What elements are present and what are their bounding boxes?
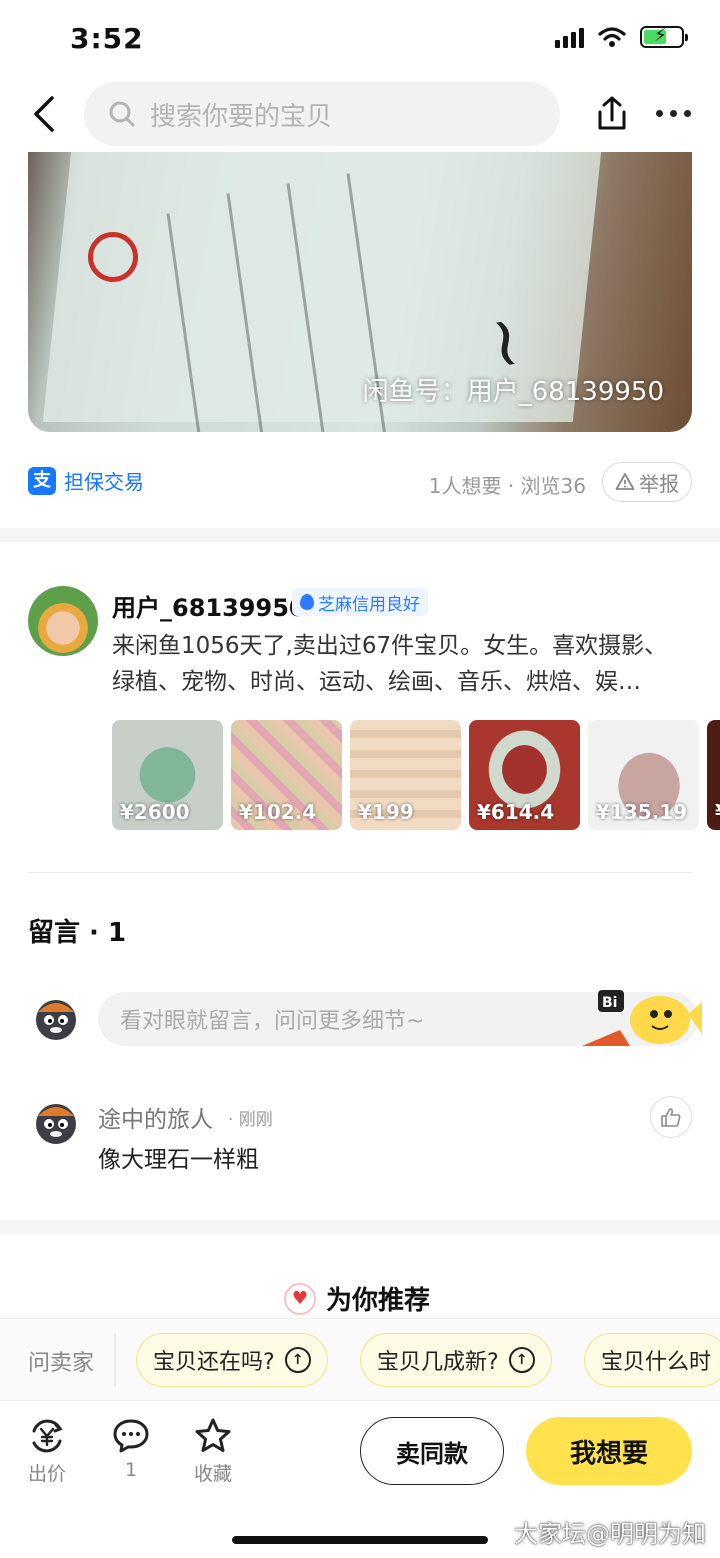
more-icon[interactable] — [656, 110, 691, 117]
comment-placeholder: 看对眼就留言，问问更多细节~ — [120, 1009, 425, 1034]
seller-item[interactable]: ¥2600 — [112, 720, 223, 830]
cellular-signal-icon — [555, 26, 584, 48]
bid-label: 出价 — [28, 1463, 67, 1485]
item-price: ¥614.4 — [477, 800, 555, 824]
svg-text:Bi: Bi — [602, 995, 617, 1011]
heart-icon: ♥ — [284, 1282, 316, 1315]
seller-item[interactable]: ¥ — [707, 720, 720, 830]
recommend-header: ♥ 为你推荐 — [284, 1280, 430, 1317]
back-icon[interactable] — [26, 94, 66, 134]
item-price: ¥135.19 — [596, 800, 688, 824]
guarantee-label: 担保交易 — [64, 470, 144, 494]
product-image[interactable]: ~ 闲鱼号：用户_68139950 — [28, 152, 692, 432]
seller-item[interactable]: ¥135.19 — [588, 720, 699, 830]
search-placeholder: 搜索你要的宝贝 — [150, 101, 333, 132]
battery-icon: ⚡ — [640, 25, 688, 48]
sell-same-button[interactable]: 卖同款 — [360, 1417, 504, 1485]
status-time: 3:52 — [70, 22, 144, 55]
image-watermark: 闲鱼号：用户_68139950 — [362, 377, 664, 407]
thumbs-up-icon — [661, 1108, 681, 1127]
wifi-icon — [598, 27, 626, 47]
quick-question-chip[interactable]: 宝贝还在吗? ↑ — [136, 1333, 328, 1387]
commenter-avatar[interactable] — [28, 1094, 84, 1150]
my-avatar — [28, 990, 84, 1046]
home-indicator[interactable] — [232, 1536, 488, 1544]
recommend-title: 为你推荐 — [326, 1286, 431, 1316]
chip-label: 宝贝什么时 — [601, 1350, 712, 1375]
top-nav: 搜索你要的宝贝 — [0, 82, 720, 148]
quick-question-chip[interactable]: 宝贝几成新? ↑ — [360, 1333, 552, 1387]
credit-badge[interactable]: 芝麻信用良好 — [292, 588, 428, 616]
report-label: 举报 — [639, 471, 679, 496]
item-price: ¥2600 — [120, 800, 190, 824]
seller-items: ¥2600 ¥102.4 ¥199 ¥614.4 ¥135.19 ¥ — [112, 720, 720, 830]
like-button[interactable] — [650, 1096, 692, 1138]
search-icon — [109, 101, 135, 127]
site-watermark: 大家坛@明明为知 — [514, 1520, 706, 1548]
quick-question-chip[interactable]: 宝贝什么时 — [584, 1333, 720, 1387]
chip-label: 宝贝几成新? — [377, 1350, 499, 1375]
want-button[interactable]: 我想要 — [526, 1417, 692, 1485]
seller-name[interactable]: 用户_68139950 — [112, 588, 306, 623]
comment-icon — [113, 1419, 149, 1453]
comments-title: 留言 · 1 — [28, 918, 127, 948]
comment-count: 1 — [124, 1459, 138, 1481]
comment-text: 像大理石一样粗 — [98, 1147, 259, 1173]
comment-time: · 刚刚 — [228, 1110, 273, 1130]
credit-badge-label: 芝麻信用良好 — [318, 594, 420, 615]
comment-button[interactable]: 1 — [112, 1417, 150, 1481]
fish-mascot-icon: Bi — [582, 990, 702, 1046]
divider — [28, 872, 692, 873]
commenter-name[interactable]: 途中的旅人 — [98, 1100, 213, 1134]
certificate-logo-icon — [88, 232, 138, 282]
section-divider — [0, 528, 720, 542]
item-info-row: 支 担保交易 1人想要 · 浏览36 举报 — [28, 462, 692, 502]
star-icon — [195, 1418, 231, 1452]
bid-button[interactable]: 出价 — [28, 1417, 66, 1486]
status-bar: 3:52 ⚡ — [0, 0, 720, 80]
item-price: ¥102.4 — [239, 800, 317, 824]
price-exchange-icon — [32, 1419, 63, 1453]
seller-item[interactable]: ¥102.4 — [231, 720, 342, 830]
drop-icon — [300, 594, 314, 610]
alipay-icon: 支 — [28, 466, 56, 495]
section-divider — [0, 1220, 720, 1234]
seller-bio: 来闲鱼1056天了,卖出过67件宝贝。女生。喜欢摄影、绿植、宠物、时尚、运动、绘… — [112, 633, 668, 695]
chip-label: 宝贝还在吗? — [153, 1350, 275, 1375]
warning-icon — [615, 473, 635, 490]
arrow-up-icon: ↑ — [284, 1347, 311, 1373]
favorite-button[interactable]: 收藏 — [194, 1417, 232, 1486]
report-button[interactable]: 举报 — [602, 462, 692, 502]
guarantee-trade-link[interactable]: 支 担保交易 — [28, 466, 144, 495]
item-stats: 1人想要 · 浏览36 — [428, 474, 586, 498]
arrow-up-icon: ↑ — [508, 1347, 535, 1373]
ask-seller-label: 问卖家 — [28, 1351, 95, 1376]
item-price: ¥199 — [358, 800, 414, 824]
ask-seller-bar: 问卖家 宝贝还在吗? ↑ 宝贝几成新? ↑ 宝贝什么时 — [0, 1318, 720, 1400]
seller-item[interactable]: ¥199 — [350, 720, 461, 830]
seller-avatar[interactable] — [28, 586, 98, 656]
favorite-label: 收藏 — [194, 1463, 233, 1485]
search-input[interactable]: 搜索你要的宝贝 — [84, 82, 560, 146]
item-price: ¥ — [715, 800, 720, 824]
seller-item[interactable]: ¥614.4 — [469, 720, 580, 830]
share-icon[interactable] — [592, 94, 632, 134]
